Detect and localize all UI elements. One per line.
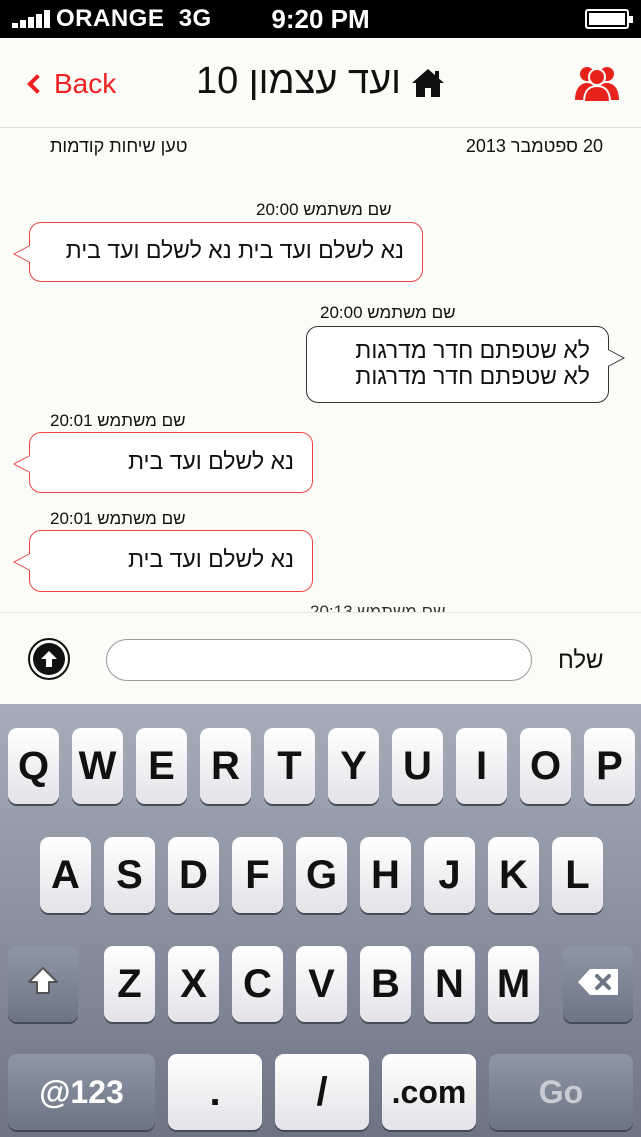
keyboard: Q W E R T Y U I O P A S D F G H J K L Z … [0,704,641,1137]
message-meta: שם משתמש 20:00 [256,200,392,219]
key-z[interactable]: Z [104,946,155,1022]
message-text-line: לא שטפתם חדר מדרגות [355,337,590,363]
home-icon [411,66,445,98]
compose-bar: שלח [0,612,641,704]
key-w[interactable]: W [72,728,123,804]
key-f[interactable]: F [232,837,283,913]
key-d[interactable]: D [168,837,219,913]
message-bubble-incoming: נא לשלם ועד בית נא לשלם ועד בית [13,222,423,282]
backspace-key[interactable] [563,946,633,1022]
key-a[interactable]: A [40,837,91,913]
page-title-group: ועד עצמון 10 [196,60,445,103]
shift-icon [26,962,60,1007]
key-r[interactable]: R [200,728,251,804]
key-o[interactable]: O [520,728,571,804]
dot-key[interactable]: . [168,1054,262,1130]
conversation-date: 20 ספטמבר 2013 [465,136,603,156]
message-bubble-incoming: נא לשלם ועד בית [13,530,313,592]
key-j[interactable]: J [424,837,475,913]
message-input[interactable] [106,639,532,681]
message-bubble-outgoing: לא שטפתם חדר מדרגות לא שטפתם חדר מדרגות [306,326,625,403]
key-s[interactable]: S [104,837,155,913]
slash-key[interactable]: / [275,1054,369,1130]
send-button[interactable]: שלח [558,647,604,675]
dotcom-key[interactable]: .com [382,1054,476,1130]
key-h[interactable]: H [360,837,411,913]
key-y[interactable]: Y [328,728,379,804]
key-l[interactable]: L [552,837,603,913]
shift-key[interactable] [8,946,78,1022]
key-c[interactable]: C [232,946,283,1022]
key-x[interactable]: X [168,946,219,1022]
battery-icon [585,9,633,29]
page-title: ועד עצמון 10 [195,60,402,102]
load-previous-link[interactable]: טען שיחות קודמות [50,136,188,160]
message-meta: שם משתמש 20:00 [320,303,456,322]
key-m[interactable]: M [488,946,539,1022]
key-i[interactable]: I [456,728,507,804]
key-p[interactable]: P [584,728,635,804]
message-meta: שם משתמש 20:01 [50,411,186,430]
key-b[interactable]: B [360,946,411,1022]
backspace-icon [576,962,620,1007]
message-text: נא לשלם ועד בית [128,448,294,474]
numbers-key[interactable]: @123 [8,1054,155,1130]
group-icon[interactable] [573,62,621,103]
key-g[interactable]: G [296,837,347,913]
key-k[interactable]: K [488,837,539,913]
message-text: נא לשלם ועד בית נא לשלם ועד בית [65,237,404,263]
upload-button[interactable] [28,638,70,680]
key-n[interactable]: N [424,946,475,1022]
key-e[interactable]: E [136,728,187,804]
key-v[interactable]: V [296,946,347,1022]
message-text: נא לשלם ועד בית [128,546,294,572]
chat-area[interactable]: טען שיחות קודמות 20 ספטמבר 2013 שם משתמש… [0,128,641,612]
key-q[interactable]: Q [8,728,59,804]
message-text-line: לא שטפתם חדר מדרגות [355,363,590,390]
key-t[interactable]: T [264,728,315,804]
message-meta-partial: שם משתמש 20:13 [310,602,446,612]
status-time: 9:20 PM [271,4,370,34]
navigation-bar: Back ועד עצמון 10 [0,38,641,128]
message-bubble-incoming: נא לשלם ועד בית [13,432,313,493]
go-key[interactable]: Go [489,1054,633,1130]
status-bar: ORANGE 3G 9:20 PM [0,0,641,38]
upload-arrow-icon [33,643,65,675]
message-meta: שם משתמש 20:01 [50,509,186,528]
key-u[interactable]: U [392,728,443,804]
